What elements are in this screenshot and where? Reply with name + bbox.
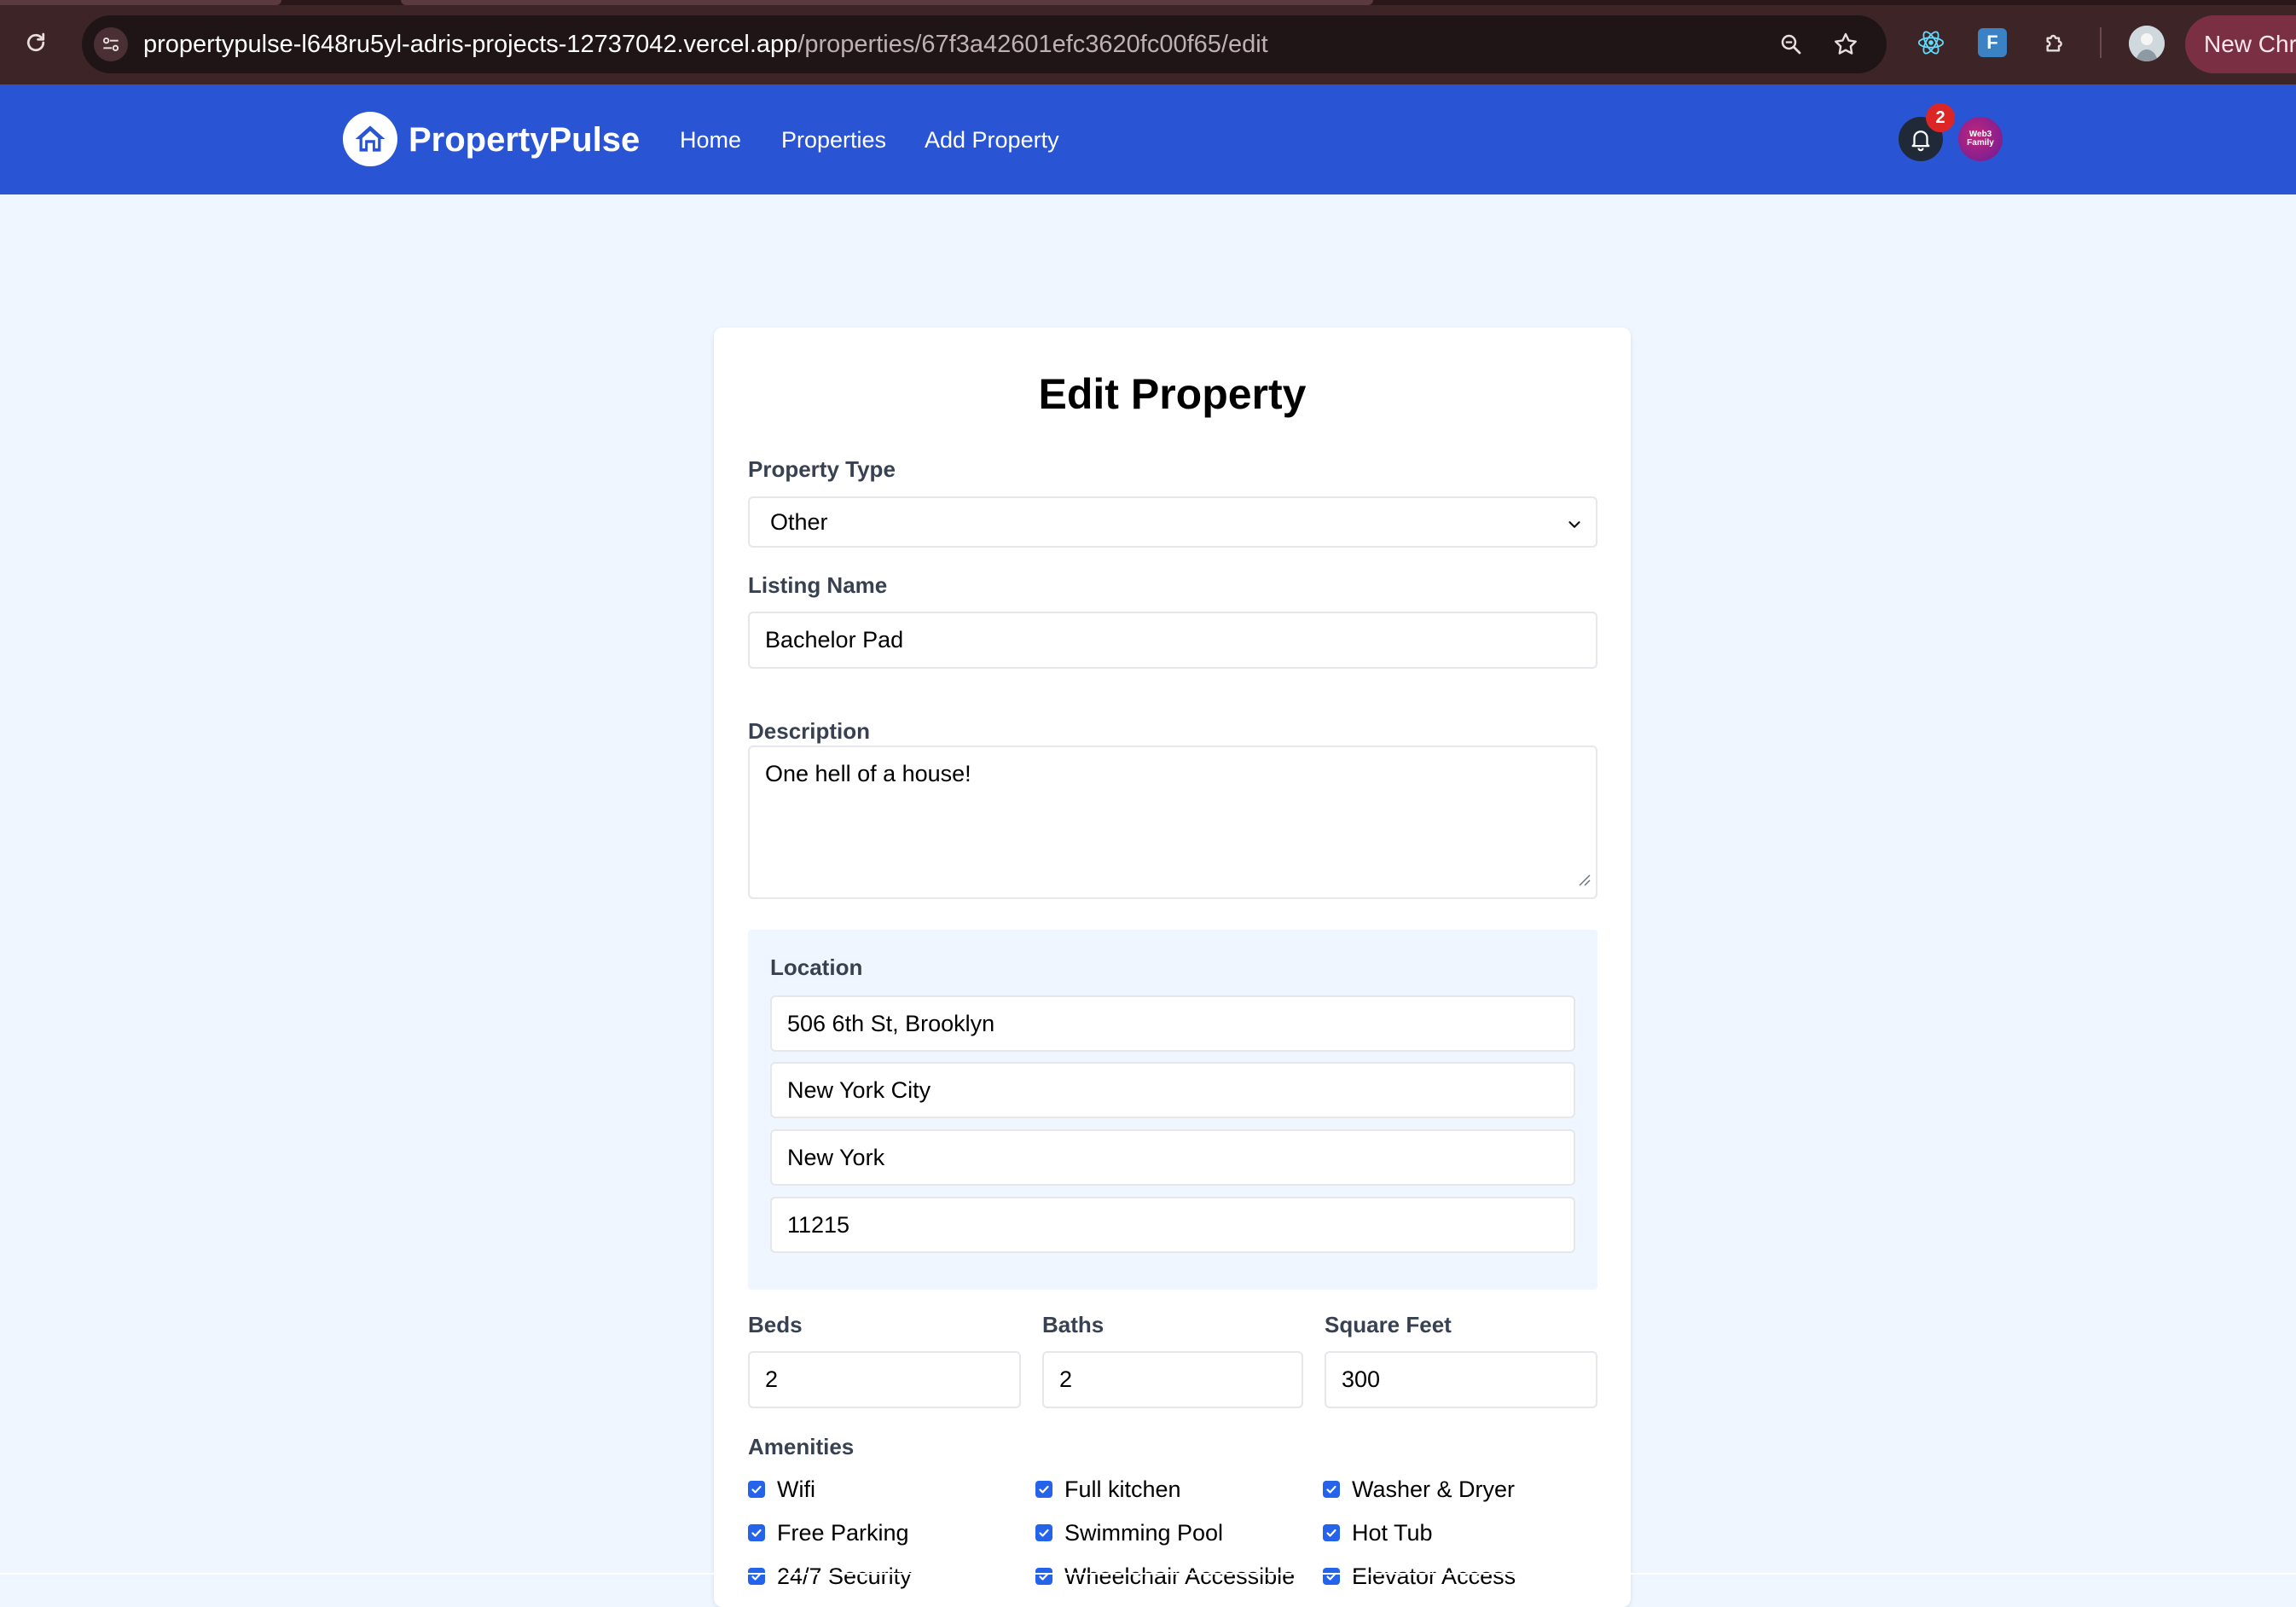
description-label: Description [748, 718, 871, 744]
city-input[interactable] [770, 1062, 1575, 1118]
page-title: Edit Property [1038, 370, 1307, 418]
tab-active[interactable] [401, 0, 1373, 5]
browser-chrome: propertypulse-l648ru5yl-adris-projects-1… [0, 0, 2296, 84]
profile-avatar-icon[interactable] [2129, 26, 2165, 61]
fi-extension-glyph: F [1978, 28, 2007, 57]
edit-property-card: Edit Property Property Type Other Listin… [714, 328, 1631, 1607]
square-feet-input[interactable] [1325, 1351, 1597, 1408]
street-input[interactable] [770, 995, 1575, 1052]
user-avatar[interactable]: Web3 Family [1958, 117, 2003, 161]
location-label: Location [770, 954, 863, 980]
tab-left[interactable] [0, 0, 281, 5]
amenity-free-parking[interactable]: Free Parking [748, 1520, 909, 1546]
amenity-label: Washer & Dryer [1352, 1476, 1516, 1502]
amenity-label: Elevator Access [1352, 1563, 1516, 1589]
beds-label: Beds [748, 1312, 803, 1337]
checkbox-checked-icon[interactable] [1323, 1481, 1340, 1498]
checkbox-checked-icon[interactable] [748, 1568, 765, 1585]
site-settings-icon[interactable] [94, 27, 128, 61]
checkbox-checked-icon[interactable] [1035, 1481, 1052, 1498]
brand-name[interactable]: PropertyPulse [409, 114, 640, 165]
reload-icon[interactable] [19, 26, 53, 60]
checkbox-checked-icon[interactable] [1323, 1524, 1340, 1541]
fi-extension-icon[interactable]: F [1975, 26, 2009, 60]
square-feet-label: Square Feet [1325, 1312, 1452, 1337]
listing-name-input[interactable] [748, 612, 1597, 669]
zoom-icon[interactable] [1774, 27, 1808, 61]
amenity-label: Wifi [777, 1476, 815, 1502]
bookmark-star-icon[interactable] [1829, 27, 1863, 61]
house-logo-icon[interactable] [343, 112, 397, 166]
amenity-hot-tub[interactable]: Hot Tub [1323, 1520, 1433, 1546]
amenity-wifi[interactable]: Wifi [748, 1476, 815, 1502]
description-text: One hell of a house! [765, 761, 971, 786]
address-bar[interactable]: propertypulse-l648ru5yl-adris-projects-1… [82, 15, 1887, 73]
amenity-label: Free Parking [777, 1520, 909, 1546]
url-text: propertypulse-l648ru5yl-adris-projects-1… [143, 15, 1268, 73]
site-navbar: PropertyPulse Home Properties Add Proper… [0, 84, 2296, 194]
resize-handle-icon[interactable] [1577, 866, 1591, 892]
nav-link-add-property[interactable]: Add Property [925, 126, 1059, 154]
property-type-label: Property Type [748, 456, 896, 482]
amenity-label: Hot Tub [1352, 1520, 1433, 1546]
zipcode-input[interactable] [770, 1197, 1575, 1253]
property-type-value: Other [770, 508, 828, 535]
checkbox-checked-icon[interactable] [1035, 1568, 1052, 1585]
checkbox-checked-icon[interactable] [1323, 1568, 1340, 1585]
amenity-washer-dryer[interactable]: Washer & Dryer [1323, 1476, 1515, 1502]
nav-link-home[interactable]: Home [680, 126, 741, 154]
new-chrome-button[interactable]: New Chro [2185, 15, 2296, 73]
amenity-label: 24/7 Security [777, 1563, 912, 1589]
property-type-select[interactable]: Other [748, 496, 1597, 548]
amenity-full-kitchen[interactable]: Full kitchen [1035, 1476, 1181, 1502]
url-path: /properties/67f3a42601efc3620fc00f65/edi… [797, 31, 1268, 58]
checkbox-checked-icon[interactable] [748, 1481, 765, 1498]
listing-name-label: Listing Name [748, 572, 888, 598]
toolbar-divider [2100, 27, 2102, 58]
checkbox-checked-icon[interactable] [1035, 1524, 1052, 1541]
amenity-label: Full kitchen [1064, 1476, 1181, 1502]
amenity-label: Swimming Pool [1064, 1520, 1224, 1546]
chevron-down-icon [1565, 513, 1584, 540]
location-section: Location [748, 930, 1597, 1290]
extensions-puzzle-icon[interactable] [2038, 26, 2073, 60]
notification-count-badge: 2 [1926, 103, 1955, 132]
baths-input[interactable] [1042, 1351, 1303, 1408]
amenity-elevator-access[interactable]: Elevator Access [1323, 1563, 1516, 1589]
nav-link-properties[interactable]: Properties [781, 126, 886, 154]
baths-label: Baths [1042, 1312, 1105, 1337]
amenity-label: Wheelchair Accessible [1064, 1563, 1296, 1589]
beds-input[interactable] [748, 1351, 1021, 1408]
react-devtools-icon[interactable] [1914, 26, 1948, 60]
description-textarea[interactable]: One hell of a house! [748, 745, 1597, 899]
url-host: propertypulse-l648ru5yl-adris-projects-1… [143, 31, 798, 58]
state-input[interactable] [770, 1129, 1575, 1186]
amenity-wheelchair-accessible[interactable]: Wheelchair Accessible [1035, 1563, 1295, 1589]
amenity-security[interactable]: 24/7 Security [748, 1563, 912, 1589]
amenity-swimming-pool[interactable]: Swimming Pool [1035, 1520, 1223, 1546]
checkbox-checked-icon[interactable] [748, 1524, 765, 1541]
amenities-label: Amenities [748, 1434, 855, 1459]
